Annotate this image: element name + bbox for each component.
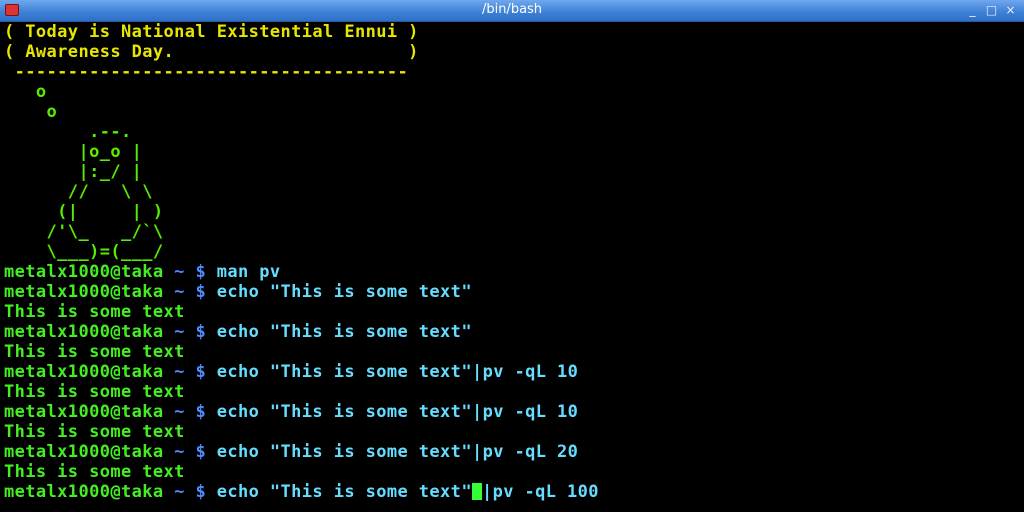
ascii-art-line: .--. bbox=[4, 122, 132, 142]
prompt-dir: ~ bbox=[163, 402, 196, 422]
command-output: This is some text bbox=[4, 382, 185, 402]
prompt-user: metalx1000@taka bbox=[4, 262, 164, 282]
ascii-art-line: o bbox=[4, 82, 47, 102]
window-controls: _ □ × bbox=[965, 3, 1018, 18]
ascii-art-line: /'\_ _/`\ bbox=[4, 222, 164, 242]
window-title: /bin/bash bbox=[481, 2, 543, 17]
title-bar[interactable]: /bin/bash _ □ × bbox=[0, 0, 1024, 22]
prompt-user: metalx1000@taka bbox=[4, 402, 164, 422]
prompt-line: metalx1000@taka ~ $ echo "This is some t… bbox=[4, 362, 1024, 382]
command-output: This is some text bbox=[4, 462, 185, 482]
command-input-text[interactable]: echo "This is some text" bbox=[206, 482, 472, 502]
prompt-symbol: $ bbox=[195, 362, 207, 382]
prompt-symbol: $ bbox=[195, 322, 207, 342]
ascii-art-line: |:_/ | bbox=[4, 162, 143, 182]
prompt-dir: ~ bbox=[163, 362, 196, 382]
prompt-line: metalx1000@taka ~ $ echo "This is some t… bbox=[4, 322, 1024, 342]
minimize-button[interactable]: _ bbox=[965, 3, 980, 18]
prompt-symbol: $ bbox=[195, 442, 207, 462]
prompt-user: metalx1000@taka bbox=[4, 482, 164, 502]
command-text: echo "This is some text"|pv -qL 20 bbox=[206, 442, 579, 462]
maximize-button[interactable]: □ bbox=[984, 3, 999, 18]
ascii-art-line: (| | ) bbox=[4, 202, 164, 222]
cowsay-bubble-line: ( Today is National Existential Ennui ) bbox=[4, 22, 419, 42]
command-text: echo "This is some text" bbox=[206, 282, 472, 302]
command-input-text-after-cursor[interactable]: |pv -qL 100 bbox=[482, 482, 599, 502]
prompt-symbol: $ bbox=[195, 402, 207, 422]
ascii-art-line: |o_o | bbox=[4, 142, 143, 162]
prompt-user: metalx1000@taka bbox=[4, 322, 164, 342]
ascii-art-line: \___)=(___/ bbox=[4, 242, 164, 262]
current-prompt-line[interactable]: metalx1000@taka ~ $ echo "This is some t… bbox=[4, 482, 1024, 502]
prompt-user: metalx1000@taka bbox=[4, 442, 164, 462]
cowsay-bubble-line: ( Awareness Day. ) bbox=[4, 42, 419, 62]
command-text: echo "This is some text" bbox=[206, 322, 472, 342]
prompt-dir: ~ bbox=[163, 282, 196, 302]
command-text: echo "This is some text"|pv -qL 10 bbox=[206, 402, 579, 422]
prompt-symbol: $ bbox=[195, 262, 207, 282]
text-cursor bbox=[471, 483, 482, 500]
prompt-dir: ~ bbox=[163, 322, 196, 342]
prompt-line: metalx1000@taka ~ $ echo "This is some t… bbox=[4, 282, 1024, 302]
terminal-output[interactable]: ( Today is National Existential Ennui ) … bbox=[0, 22, 1024, 512]
prompt-line: metalx1000@taka ~ $ echo "This is some t… bbox=[4, 402, 1024, 422]
ascii-art-line: // \ \ bbox=[4, 182, 153, 202]
prompt-dir: ~ bbox=[163, 262, 196, 282]
prompt-line: metalx1000@taka ~ $ echo "This is some t… bbox=[4, 442, 1024, 462]
cowsay-bubble-border: ------------------------------------- bbox=[4, 62, 409, 82]
prompt-symbol: $ bbox=[195, 482, 207, 502]
command-output: This is some text bbox=[4, 422, 185, 442]
command-text: echo "This is some text"|pv -qL 10 bbox=[206, 362, 579, 382]
prompt-dir: ~ bbox=[163, 482, 196, 502]
ascii-art-line: o bbox=[4, 102, 58, 122]
command-output: This is some text bbox=[4, 342, 185, 362]
prompt-dir: ~ bbox=[163, 442, 196, 462]
tux-ascii-art: o o .--. |o_o | |:_/ | // \ \ (| | ) /'\… bbox=[4, 82, 1024, 262]
command-text: man pv bbox=[206, 262, 281, 282]
prompt-user: metalx1000@taka bbox=[4, 282, 164, 302]
prompt-user: metalx1000@taka bbox=[4, 362, 164, 382]
command-output: This is some text bbox=[4, 302, 185, 322]
prompt-line: metalx1000@taka ~ $ man pv bbox=[4, 262, 1024, 282]
prompt-symbol: $ bbox=[195, 282, 207, 302]
close-button[interactable]: × bbox=[1003, 3, 1018, 18]
